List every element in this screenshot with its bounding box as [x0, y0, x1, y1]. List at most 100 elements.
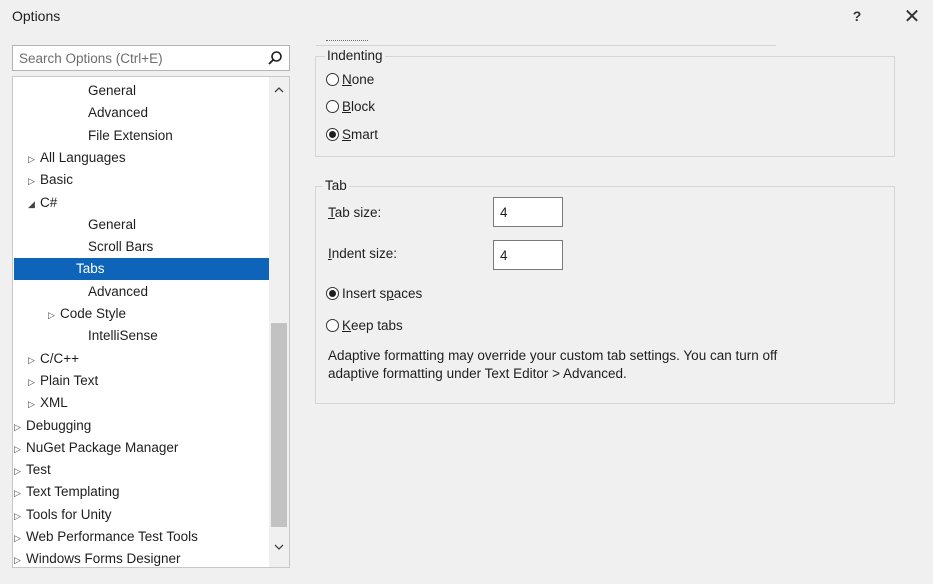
tree-item[interactable]: General — [14, 80, 269, 102]
tree-item[interactable]: ▷ All Languages — [14, 147, 269, 169]
tree-item-label: Advanced — [88, 105, 149, 121]
tree-item[interactable]: General — [14, 214, 269, 236]
tree-item-label: Web Performance Test Tools — [26, 529, 198, 544]
tree-item-label: Test — [26, 462, 51, 478]
tree-item-label: C# — [40, 194, 58, 210]
radio-block-circle — [326, 100, 339, 113]
expand-arrow-icon[interactable]: ▷ — [28, 371, 40, 393]
truncated-header-marker — [326, 40, 368, 44]
tree-item-label: File Extension — [88, 127, 173, 143]
keep-tabs-label: Keep tabs — [342, 318, 403, 333]
search-input[interactable] — [13, 46, 263, 70]
tree-item[interactable]: ▷ Code Style — [14, 303, 269, 325]
expand-arrow-icon[interactable]: ▷ — [48, 304, 60, 326]
tree-item-label: General — [88, 216, 137, 232]
scroll-up-button[interactable] — [269, 79, 289, 99]
tree-item-selected[interactable]: Tabs — [14, 258, 269, 281]
tree-scrollbar[interactable] — [269, 77, 289, 567]
expand-arrow-icon[interactable]: ▷ — [14, 549, 26, 567]
info-line-1: Adaptive formatting may override your cu… — [328, 348, 778, 363]
tree-item[interactable]: Scroll Bars — [14, 236, 269, 258]
tree-item-label: Tools for Unity — [26, 506, 112, 522]
tree-item-label: Text Templating — [26, 484, 120, 500]
top-divider — [316, 45, 776, 46]
search-icon[interactable] — [267, 50, 283, 66]
tree-item[interactable]: ▷ Text Templating — [14, 481, 274, 503]
radio-smart-circle — [326, 128, 339, 141]
tree-item[interactable]: ▷ XML — [14, 392, 269, 414]
options-dialog: Options ? ✕ General Advanced File Extensio… — [0, 0, 933, 584]
tree-item[interactable]: Advanced — [14, 102, 269, 124]
adaptive-formatting-info: Adaptive formatting may override your cu… — [328, 347, 888, 383]
tree-item[interactable]: ▷ Web Performance Test Tools — [14, 526, 274, 548]
tree-item-label: Tabs — [76, 261, 105, 277]
indenting-smart-radio[interactable]: Smart — [326, 127, 378, 142]
radio-insert-spaces-circle — [326, 287, 339, 300]
indenting-group-title: Indenting — [325, 48, 385, 63]
expand-arrow-icon[interactable]: ▷ — [14, 482, 26, 504]
info-line-2: adaptive formatting under Text Editor > … — [328, 366, 627, 381]
expand-arrow-icon[interactable]: ▷ — [28, 393, 40, 415]
tree-item[interactable]: ▷ Test — [14, 459, 274, 481]
indenting-smart-label: Smart — [342, 127, 379, 142]
insert-spaces-label: Insert spaces — [342, 286, 423, 301]
radio-none-circle — [326, 73, 339, 86]
tree-item-label: Debugging — [26, 417, 92, 433]
scroll-thumb[interactable] — [271, 323, 287, 527]
tree-item[interactable]: File Extension — [14, 125, 269, 147]
indenting-block-label: Block — [342, 99, 376, 114]
insert-spaces-radio[interactable]: Insert spaces — [326, 286, 422, 301]
tree-item[interactable]: ◢ C# — [14, 192, 269, 214]
tree-item-label: NuGet Package Manager — [26, 439, 179, 455]
indenting-none-radio[interactable]: None — [326, 72, 374, 87]
chevron-up-icon — [274, 86, 284, 92]
tree-item[interactable]: IntelliSense — [14, 325, 269, 347]
chevron-down-icon — [274, 544, 284, 550]
options-tree[interactable]: General Advanced File Extension ▷ All Langua… — [12, 76, 290, 568]
scroll-down-button[interactable] — [269, 537, 289, 557]
tree-item[interactable]: ▷ NuGet Package Manager — [14, 437, 274, 459]
tree-item-label: General — [88, 83, 137, 98]
tree-item[interactable]: ▷ Basic — [14, 169, 269, 191]
expand-arrow-icon[interactable]: ▷ — [28, 349, 40, 371]
expand-arrow-icon[interactable]: ▷ — [14, 438, 26, 460]
help-button[interactable]: ? — [842, 2, 872, 30]
window-title: Options — [12, 8, 61, 24]
expand-arrow-icon[interactable]: ▷ — [14, 505, 26, 527]
indenting-none-label: None — [342, 72, 375, 87]
tree-item-label: Plain Text — [40, 372, 99, 388]
indenting-block-radio[interactable]: Block — [326, 99, 375, 114]
tree-item-label: Basic — [40, 172, 74, 188]
tree-item-label: Scroll Bars — [88, 239, 154, 255]
keep-tabs-radio[interactable]: Keep tabs — [326, 318, 403, 333]
expand-arrow-icon[interactable]: ▷ — [14, 527, 26, 549]
close-button[interactable]: ✕ — [897, 2, 927, 30]
tree-item[interactable]: ▷ Plain Text — [14, 370, 269, 392]
indent-size-input[interactable] — [493, 240, 563, 270]
tree-item[interactable]: ▷ Windows Forms Designer — [14, 548, 274, 567]
indent-size-label: Indent size: — [328, 246, 398, 261]
tab-size-label: Tab size: — [328, 205, 382, 220]
tree-item-label: Code Style — [60, 306, 127, 321]
expand-arrow-icon[interactable]: ◢ — [28, 193, 40, 215]
tree-item[interactable]: ▷ C/C++ — [14, 348, 269, 370]
tree-item-label: C/C++ — [40, 350, 80, 366]
tree-item-label: XML — [40, 395, 68, 411]
radio-keep-tabs-circle — [326, 319, 339, 332]
title-bar: Options ? ✕ — [0, 0, 933, 32]
indenting-group — [315, 56, 895, 157]
tree-item-label: All Languages — [40, 149, 126, 165]
expand-arrow-icon[interactable]: ▷ — [14, 460, 26, 482]
search-box — [12, 45, 290, 71]
tree-item-label: IntelliSense — [88, 328, 158, 344]
tree-item-label: Advanced — [88, 283, 149, 299]
expand-arrow-icon[interactable]: ▷ — [28, 148, 40, 170]
expand-arrow-icon[interactable]: ▷ — [14, 416, 26, 438]
tree-item[interactable]: Advanced — [14, 281, 269, 303]
tab-size-input[interactable] — [493, 197, 563, 227]
tree-item[interactable]: ▷ Tools for Unity — [14, 504, 274, 526]
expand-arrow-icon[interactable]: ▷ — [28, 170, 40, 192]
tree-item-label: Windows Forms Designer — [26, 551, 181, 567]
tab-group-title: Tab — [323, 178, 349, 193]
tree-item[interactable]: ▷ Debugging — [14, 415, 274, 437]
